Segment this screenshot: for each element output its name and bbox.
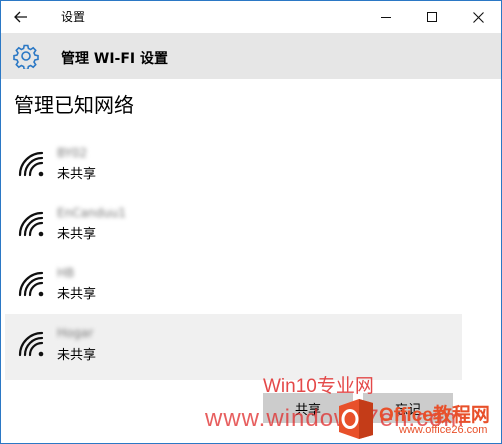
close-button[interactable] bbox=[455, 1, 501, 33]
network-status: 未共享 bbox=[57, 227, 97, 242]
network-status: 未共享 bbox=[57, 348, 97, 363]
network-item-selected[interactable]: Hogar 未共享 bbox=[5, 314, 462, 380]
wifi-signal-icon bbox=[18, 151, 44, 177]
network-name: HB bbox=[57, 266, 75, 280]
network-name: EnCanduu1 bbox=[57, 206, 126, 220]
minimize-icon bbox=[381, 16, 391, 18]
network-name: Hogar bbox=[57, 326, 94, 340]
gear-icon bbox=[13, 44, 39, 69]
network-name: BY02 bbox=[57, 146, 88, 160]
close-icon bbox=[472, 11, 484, 23]
watermark-text: Win10专业网 bbox=[263, 376, 374, 397]
settings-window: 设置 管理 WI-FI 设置 管理已知网络 BY02 未共享 EnCanduu1… bbox=[0, 0, 502, 444]
title-bar: 设置 bbox=[1, 1, 501, 33]
network-status: 未共享 bbox=[57, 167, 97, 182]
wifi-signal-icon bbox=[18, 211, 44, 237]
page-title: 管理已知网络 bbox=[14, 93, 134, 117]
maximize-icon bbox=[427, 12, 437, 22]
wifi-signal-icon bbox=[18, 331, 44, 357]
office-logo-icon bbox=[339, 399, 373, 439]
network-status: 未共享 bbox=[57, 287, 97, 302]
watermark-brand: Office教程网 bbox=[379, 405, 490, 426]
network-item[interactable]: HB 未共享 bbox=[5, 257, 462, 317]
back-arrow-icon bbox=[14, 11, 27, 23]
minimize-button[interactable] bbox=[363, 1, 409, 33]
wifi-signal-icon bbox=[18, 271, 44, 297]
back-button[interactable] bbox=[9, 5, 33, 29]
window-title: 设置 bbox=[61, 10, 86, 24]
network-item[interactable]: EnCanduu1 未共享 bbox=[5, 197, 462, 257]
maximize-button[interactable] bbox=[409, 1, 455, 33]
header-title: 管理 WI-FI 设置 bbox=[61, 51, 168, 67]
network-item[interactable]: BY02 未共享 bbox=[5, 137, 462, 197]
watermark-url: www.office26.com bbox=[399, 424, 488, 436]
page-header: 管理 WI-FI 设置 bbox=[1, 33, 501, 79]
